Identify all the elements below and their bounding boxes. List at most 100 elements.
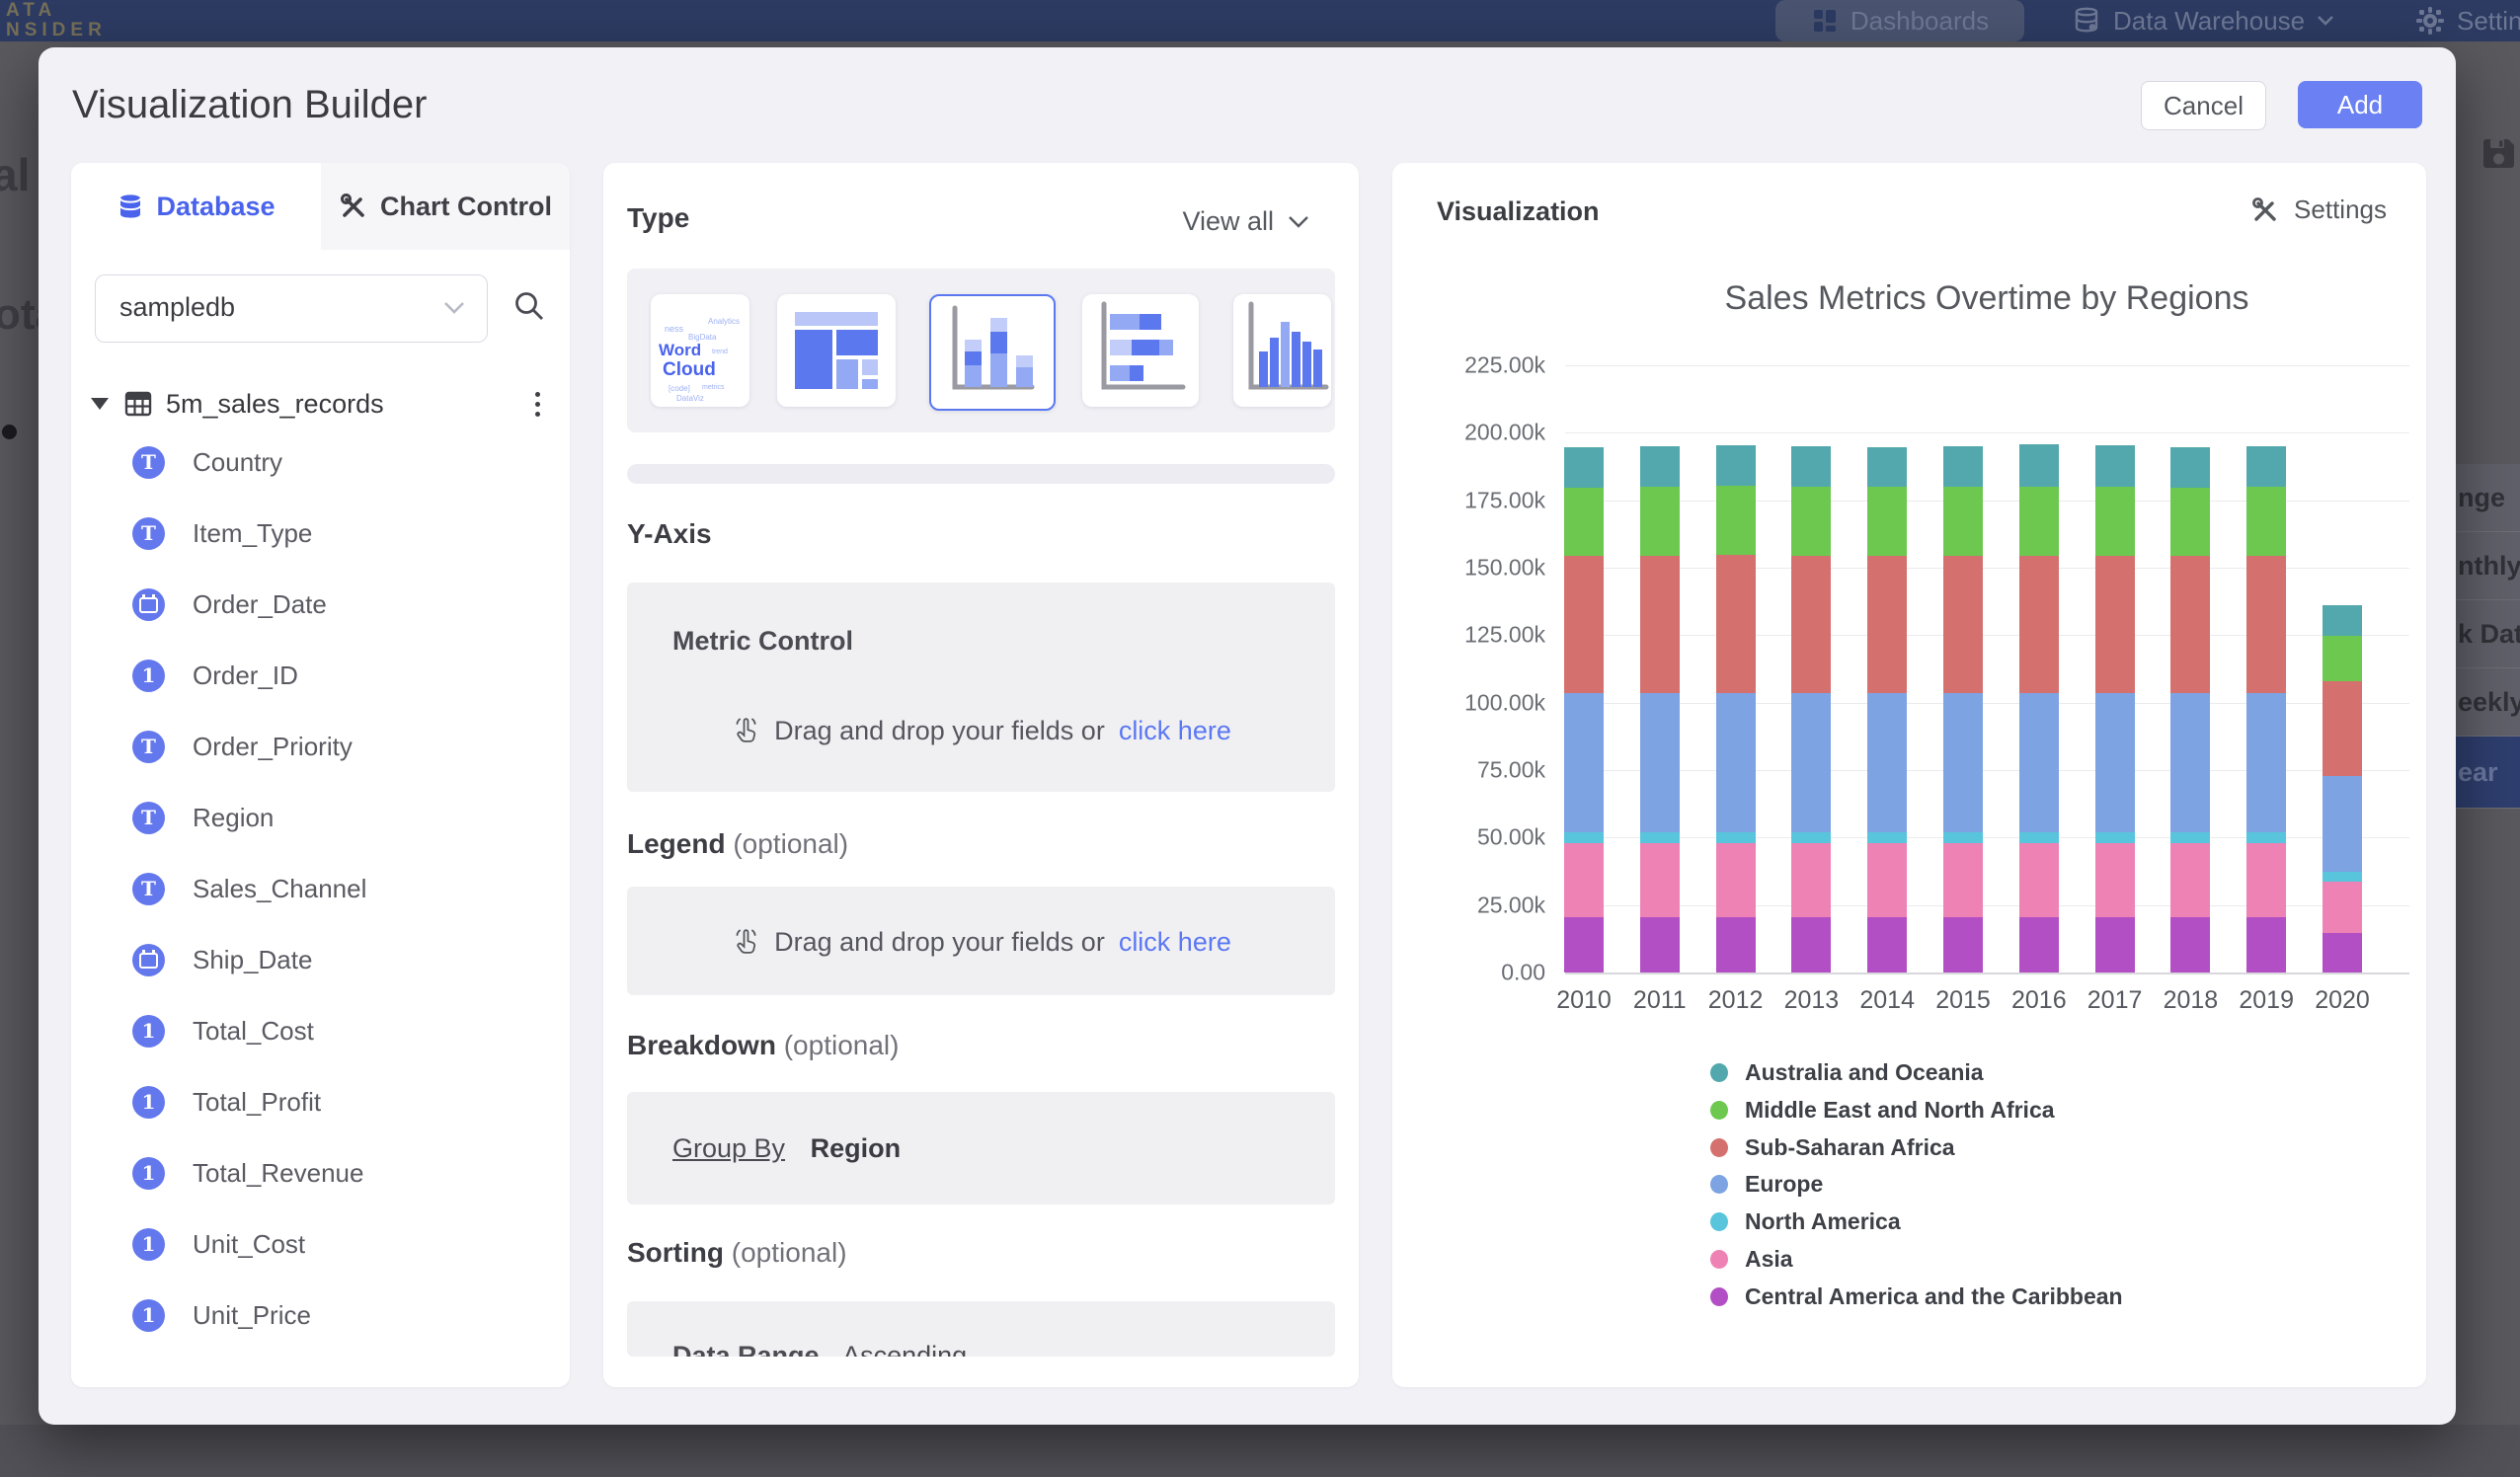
background-list-row[interactable]: nge: [2456, 464, 2520, 532]
background-list-row[interactable]: ear: [2456, 737, 2520, 809]
type-section-label: Type: [627, 202, 689, 234]
bar-segment: [1867, 487, 1907, 555]
chevron-down-icon[interactable]: [443, 301, 465, 315]
add-button[interactable]: Add: [2298, 81, 2422, 128]
caret-down-icon[interactable]: [91, 398, 109, 410]
bar-segment: [1716, 843, 1756, 917]
bar-segment: [1564, 693, 1604, 832]
bar-segment: [1791, 917, 1831, 972]
bar-segment: [2019, 487, 2059, 556]
breakdown-dropzone[interactable]: Group By Region: [627, 1092, 1335, 1205]
bar-segment: [2170, 447, 2210, 488]
tools-icon: [2250, 195, 2280, 225]
field-row-unit_cost[interactable]: 1Unit_Cost: [132, 1221, 547, 1267]
visualization-header: Visualization: [1437, 196, 1600, 227]
chart-type-wordcloud[interactable]: ness Analytics BigData Word trend Cloud …: [651, 294, 749, 407]
bar-segment: [1640, 446, 1680, 487]
bar-segment: [1716, 555, 1756, 692]
nav-dashboards[interactable]: Dashboards: [1775, 0, 2024, 41]
click-here-link[interactable]: click here: [1119, 927, 1231, 958]
bar-segment: [1943, 556, 1983, 693]
legend-label: North America: [1745, 1208, 1901, 1235]
svg-text:Analytics: Analytics: [708, 317, 740, 326]
tab-chart-control[interactable]: Chart Control: [321, 163, 570, 250]
field-name: Total_Revenue: [193, 1158, 363, 1189]
calendar-icon: [132, 944, 165, 976]
field-row-ship_date[interactable]: Ship_Date: [132, 937, 547, 982]
click-here-link[interactable]: click here: [1119, 716, 1231, 746]
sorting-dropzone[interactable]: Data Range Ascending: [627, 1301, 1335, 1357]
table-tree-row[interactable]: 5m_sales_records: [91, 382, 550, 426]
number-icon: 1: [132, 1086, 165, 1119]
nav-data-warehouse[interactable]: Data Warehouse: [2072, 0, 2334, 41]
click-hand-icon: [731, 926, 760, 958]
background-list-row[interactable]: eekly: [2456, 668, 2520, 737]
chevron-down-icon: [1288, 215, 1309, 229]
nav-settings[interactable]: Settin: [2415, 0, 2520, 41]
save-icon[interactable]: [2481, 136, 2517, 171]
legend-item: North America: [1710, 1208, 1901, 1235]
field-row-unit_price[interactable]: 1Unit_Price: [132, 1292, 547, 1338]
bar-segment: [1716, 486, 1756, 555]
field-row-order_date[interactable]: Order_Date: [132, 582, 547, 627]
chart-type-stacked-bar[interactable]: [1082, 294, 1199, 407]
metric-control-dropzone[interactable]: Metric Control Drag and drop your fields…: [627, 583, 1335, 792]
legend-dot: [1710, 1175, 1728, 1194]
view-all-dropdown[interactable]: View all: [1182, 206, 1309, 237]
tab-database[interactable]: Database: [71, 163, 321, 250]
bar-segment: [1943, 832, 1983, 843]
legend-dropzone[interactable]: Drag and drop your fields or click here: [627, 887, 1335, 995]
field-row-item_type[interactable]: TItem_Type: [132, 510, 547, 556]
bar-segment: [2170, 917, 2210, 972]
bar-segment: [2019, 556, 2059, 693]
legend-item: Middle East and North Africa: [1710, 1097, 2055, 1124]
background-bullet: [2, 425, 17, 439]
background-list-row[interactable]: k Date: [2456, 600, 2520, 668]
cancel-button[interactable]: Cancel: [2141, 81, 2266, 130]
background-text-fragment: al: [0, 148, 30, 201]
bar-segment: [2170, 556, 2210, 693]
dashboards-icon: [1811, 7, 1839, 35]
group-by-link[interactable]: Group By: [672, 1133, 785, 1163]
field-row-country[interactable]: TCountry: [132, 439, 547, 485]
visualization-builder-modal: Visualization Builder Cancel Add Databas…: [39, 47, 2456, 1425]
chart-type-stacked-column[interactable]: [929, 294, 1056, 411]
svg-text:ness: ness: [665, 324, 684, 334]
background-list-row[interactable]: nthly: [2456, 532, 2520, 600]
table-icon: [124, 391, 152, 417]
x-axis-tick: 2015: [1935, 986, 1991, 1015]
sorting-section-label: Sorting (optional): [627, 1237, 847, 1269]
field-row-total_cost[interactable]: 1Total_Cost: [132, 1008, 547, 1053]
field-row-order_id[interactable]: 1Order_ID: [132, 653, 547, 698]
field-row-total_profit[interactable]: 1Total_Profit: [132, 1079, 547, 1125]
y-axis-tick: 25.00k: [1397, 892, 1545, 918]
database-select-input[interactable]: [118, 275, 418, 340]
bar-segment: [2019, 917, 2059, 972]
bar-segment: [1564, 447, 1604, 487]
chart-type-treemap[interactable]: [777, 294, 896, 407]
chart-type-column[interactable]: [1233, 294, 1331, 407]
type-strip-scrollbar[interactable]: [627, 464, 1335, 484]
bar-segment: [1943, 843, 1983, 917]
text-icon: T: [132, 731, 165, 763]
text-icon: T: [132, 517, 165, 550]
kebab-menu-icon[interactable]: [525, 388, 550, 421]
field-row-total_revenue[interactable]: 1Total_Revenue: [132, 1150, 547, 1196]
chevron-down-icon: [2317, 15, 2334, 27]
chart-settings-button[interactable]: Settings: [2250, 194, 2387, 225]
bar-segment: [2095, 843, 2135, 917]
database-icon: [117, 193, 144, 220]
field-name: Order_ID: [193, 661, 298, 691]
data-warehouse-icon: [2072, 6, 2101, 36]
calendar-icon: [132, 588, 165, 621]
bar-segment: [2246, 832, 2286, 843]
field-row-region[interactable]: TRegion: [132, 795, 547, 840]
field-row-order_priority[interactable]: TOrder_Priority: [132, 724, 547, 769]
x-axis-tick: 2014: [1859, 986, 1915, 1015]
database-select[interactable]: [95, 274, 488, 343]
x-axis-tick: 2018: [2164, 986, 2219, 1015]
legend-dot: [1710, 1138, 1728, 1157]
field-row-sales_channel[interactable]: TSales_Channel: [132, 866, 547, 911]
search-icon[interactable]: [512, 289, 546, 323]
y-axis-tick: 100.00k: [1397, 689, 1545, 716]
